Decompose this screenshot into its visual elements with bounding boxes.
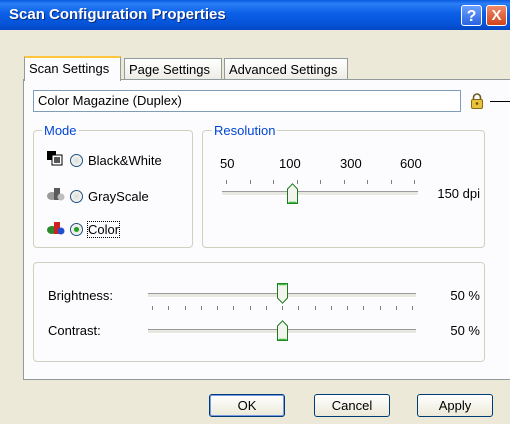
- tick-mark: [390, 180, 392, 184]
- resolution-group-label: Resolution: [212, 123, 278, 138]
- tick-mark: [282, 306, 283, 310]
- tick-mark: [347, 306, 348, 310]
- tick-mark: [395, 306, 397, 310]
- brightness-value: 50 %: [450, 288, 480, 303]
- tick-mark: [414, 180, 415, 184]
- tick-mark: [249, 180, 251, 184]
- tab-page-settings[interactable]: Page Settings: [124, 58, 222, 80]
- adjustments-group: [33, 262, 485, 362]
- resolution-slider-thumb[interactable]: [287, 183, 299, 204]
- profile-value: Color Magazine (Duplex): [38, 93, 182, 108]
- window-title: Scan Configuration Properties: [9, 6, 226, 23]
- ok-button-label: OK: [237, 398, 257, 413]
- cancel-button-label: Cancel: [331, 398, 373, 413]
- cancel-button[interactable]: Cancel: [314, 394, 390, 417]
- color-radio[interactable]: [70, 223, 83, 236]
- brightness-slider-thumb[interactable]: [276, 283, 288, 304]
- tick-mark: [412, 306, 413, 310]
- close-button[interactable]: X: [486, 5, 507, 26]
- tick-mark: [265, 306, 267, 310]
- tick-mark: [200, 306, 202, 310]
- tick-mark: [343, 180, 345, 184]
- contrast-slider-thumb[interactable]: [276, 320, 288, 341]
- resolution-slider-track[interactable]: [222, 191, 418, 196]
- lock-icon[interactable]: [470, 92, 484, 110]
- color-mode-icon: [47, 222, 65, 235]
- black-white-mode-icon: [47, 151, 63, 166]
- help-button[interactable]: ?: [461, 5, 482, 26]
- tick-mark: [363, 306, 365, 310]
- tab-advanced-settings[interactable]: Advanced Settings: [224, 58, 348, 80]
- lock-callout-line: [490, 101, 510, 102]
- close-icon: X: [491, 7, 502, 24]
- tab-scan-settings[interactable]: Scan Settings: [24, 56, 121, 81]
- tick-mark: [314, 306, 316, 310]
- tick-mark: [233, 306, 235, 310]
- tick-mark: [184, 306, 186, 310]
- tick-mark: [152, 306, 153, 310]
- tab-label: Scan Settings: [29, 61, 110, 76]
- black-white-radio[interactable]: [70, 154, 83, 167]
- title-bar[interactable]: Scan Configuration Properties ? X: [0, 0, 510, 30]
- tick-mark: [330, 306, 332, 310]
- profile-field[interactable]: Color Magazine (Duplex): [33, 90, 461, 112]
- tick-mark: [320, 180, 321, 184]
- resolution-tick-label: 50: [220, 156, 235, 171]
- grayscale-mode-icon: [47, 188, 65, 201]
- grayscale-radio[interactable]: [70, 190, 83, 203]
- black-white-label: Black&White: [88, 153, 162, 168]
- apply-button[interactable]: Apply: [417, 394, 493, 417]
- ok-button[interactable]: OK: [209, 394, 285, 417]
- mode-group-label: Mode: [42, 123, 79, 138]
- tab-label: Page Settings: [129, 62, 210, 77]
- tick-mark: [379, 306, 381, 310]
- tick-mark: [273, 180, 274, 184]
- resolution-tick-label: 600: [400, 156, 422, 171]
- radio-selected-dot: [74, 227, 79, 232]
- contrast-value: 50 %: [450, 323, 480, 338]
- brightness-label: Brightness:: [48, 288, 114, 303]
- resolution-value: 150 dpi: [437, 186, 480, 201]
- tick-mark: [367, 180, 368, 184]
- grayscale-label: GrayScale: [88, 189, 149, 204]
- tab-label: Advanced Settings: [229, 62, 338, 77]
- tick-mark: [217, 306, 218, 310]
- color-label: Color: [86, 221, 121, 238]
- contrast-label: Contrast:: [48, 323, 101, 338]
- tick-mark: [168, 306, 170, 310]
- tick-mark: [249, 306, 251, 310]
- resolution-tick-label: 100: [279, 156, 301, 171]
- tick-mark: [226, 180, 227, 184]
- dialog-window: Scan Configuration Properties ? X Scan S…: [0, 0, 510, 424]
- apply-button-label: Apply: [438, 398, 472, 413]
- help-icon: ?: [466, 8, 477, 25]
- tick-mark: [298, 306, 300, 310]
- resolution-tick-label: 300: [340, 156, 362, 171]
